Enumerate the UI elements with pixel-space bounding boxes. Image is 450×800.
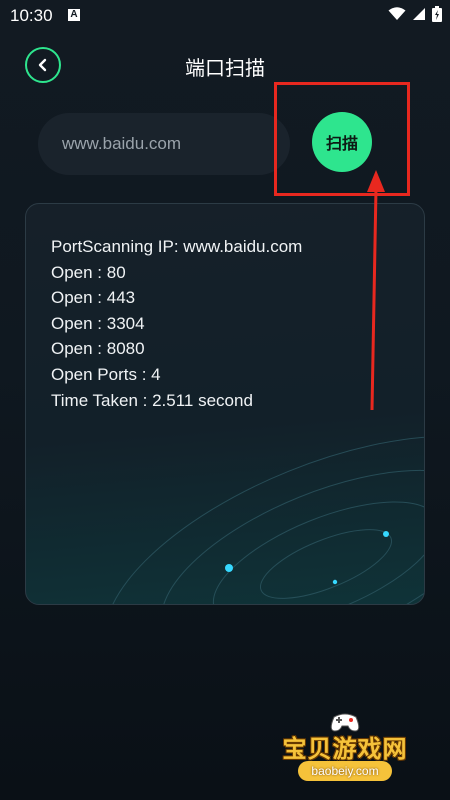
notification-icon: A [68, 9, 80, 21]
scan-result-lines: PortScanning IP: www.baidu.com Open : 80… [51, 234, 302, 413]
watermark: 宝贝游戏网 baobeiy.com [270, 705, 420, 785]
result-line: PortScanning IP: www.baidu.com [51, 237, 303, 256]
result-line: Open : 3304 [51, 313, 145, 333]
host-input[interactable] [38, 113, 290, 175]
status-icons [388, 6, 442, 22]
status-bar: 10:30 A [0, 0, 450, 32]
page-title: 端口扫描 [185, 56, 265, 80]
scan-button[interactable]: 扫描 [312, 112, 372, 172]
planet-dot [225, 564, 233, 572]
watermark-url: baobeiy.com [298, 761, 392, 781]
watermark-title: 宝贝游戏网 [282, 735, 408, 763]
signal-icon [413, 8, 425, 20]
planet-dot [332, 579, 338, 585]
result-line: Open Ports : 4 [51, 364, 161, 384]
result-line: Open : 8080 [51, 339, 145, 359]
wifi-icon [388, 7, 406, 20]
status-time: 10:30 [10, 6, 53, 25]
result-line: Open : 80 [51, 262, 126, 282]
result-line: Open : 443 [51, 288, 136, 308]
planet-dot [383, 531, 389, 537]
result-line: Time Taken : 2.511 second [51, 390, 253, 410]
result-card: PortScanning IP: www.baidu.com Open : 80… [25, 203, 425, 605]
battery-icon [432, 6, 442, 22]
